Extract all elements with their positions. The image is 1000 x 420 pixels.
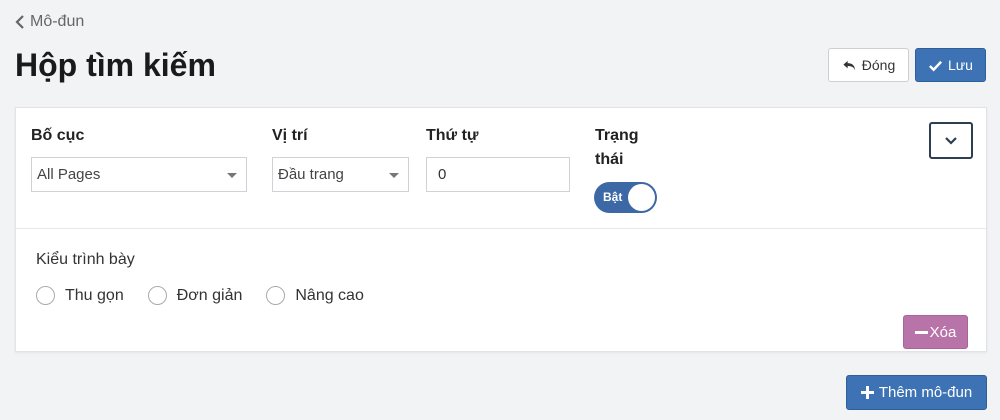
close-button-label: Đóng: [861, 57, 896, 73]
layout-select-value: All Pages: [37, 166, 101, 183]
plus-icon: [860, 386, 874, 399]
radio-option-label: Đơn giản: [176, 286, 243, 304]
chevron-left-icon: [15, 15, 24, 29]
collapse-button[interactable]: [929, 122, 973, 159]
page-title: Hộp tìm kiếm: [15, 47, 216, 83]
layout-select[interactable]: All Pages: [31, 157, 247, 192]
status-label-line1: Trạng: [595, 127, 639, 144]
radio-option-compact[interactable]: Thu gọn: [36, 286, 124, 305]
order-input[interactable]: 0: [426, 157, 570, 192]
status-label-line2: thái: [595, 151, 624, 168]
radio-circle[interactable]: [36, 286, 55, 305]
caret-down-icon: [227, 173, 237, 178]
add-module-button[interactable]: Thêm mô-đun: [846, 375, 987, 410]
order-input-value: 0: [438, 166, 447, 183]
display-style-radio-group: Thu gọn Đơn giản Nâng cao: [36, 286, 388, 305]
delete-button-label: Xóa: [929, 323, 957, 341]
add-module-label: Thêm mô-đun: [878, 384, 973, 401]
radio-option-label: Thu gọn: [65, 286, 124, 304]
radio-option-label: Nâng cao: [295, 286, 364, 304]
order-field-label: Thứ tự: [426, 127, 479, 144]
module-card: Bố cục All Pages Vị trí Đầu trang Thứ tự…: [15, 107, 987, 352]
radio-circle[interactable]: [266, 286, 286, 305]
position-select-value: Đầu trang: [278, 166, 344, 183]
status-toggle[interactable]: Bật: [594, 182, 657, 213]
chevron-down-icon: [945, 136, 957, 145]
undo-arrow-icon: [843, 60, 855, 70]
radio-option-simple[interactable]: Đơn giản: [147, 286, 243, 305]
layout-field-label: Bố cục: [31, 127, 85, 144]
display-style-label: Kiểu trình bày: [36, 251, 135, 268]
position-select[interactable]: Đầu trang: [272, 157, 409, 192]
save-button[interactable]: Lưu: [915, 48, 986, 82]
card-divider: [16, 228, 986, 229]
back-link-label: Mô-đun: [30, 13, 85, 30]
radio-option-advanced[interactable]: Nâng cao: [266, 286, 364, 305]
minus-icon: [914, 330, 928, 334]
toggle-knob: [628, 184, 655, 211]
check-icon: [929, 60, 943, 71]
delete-button[interactable]: Xóa: [903, 315, 968, 349]
save-button-label: Lưu: [948, 57, 973, 73]
status-toggle-label: Bật: [603, 190, 623, 204]
position-field-label: Vị trí: [272, 127, 308, 144]
radio-circle[interactable]: [147, 286, 167, 305]
back-to-modules-link[interactable]: Mô-đun: [15, 13, 84, 31]
caret-down-icon: [389, 173, 399, 178]
close-button[interactable]: Đóng: [828, 48, 909, 82]
status-field-label: Trạng thái: [595, 124, 639, 172]
